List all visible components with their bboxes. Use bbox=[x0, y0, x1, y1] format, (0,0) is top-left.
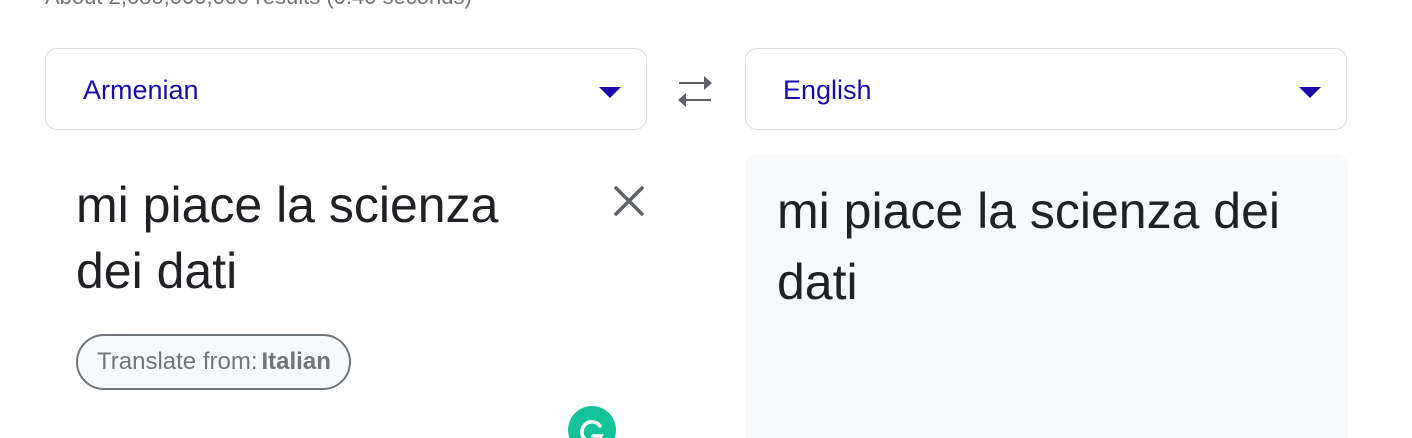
caret-down-icon bbox=[1299, 87, 1321, 98]
clear-text-button[interactable] bbox=[606, 178, 652, 224]
translation-output-panel: mi piace la scienza dei dati bbox=[745, 154, 1348, 438]
swap-arrows-icon bbox=[678, 76, 712, 107]
detected-language-chip[interactable]: Translate from: Italian bbox=[76, 334, 351, 390]
grammarly-icon[interactable] bbox=[568, 406, 616, 438]
detect-chip-prefix: Translate from: bbox=[97, 348, 258, 375]
source-text-input[interactable]: mi piace la scienza dei dati bbox=[76, 172, 546, 304]
translate-widget: About 2,080,000,000 results (0.40 second… bbox=[0, 0, 1412, 438]
close-icon bbox=[614, 186, 644, 216]
detect-chip-language: Italian bbox=[261, 348, 331, 375]
grammarly-g-glyph bbox=[580, 420, 604, 438]
target-language-label: English bbox=[783, 75, 872, 105]
translated-text: mi piace la scienza dei dati bbox=[777, 183, 1281, 310]
source-language-label: Armenian bbox=[83, 75, 199, 105]
results-stats: About 2,080,000,000 results (0.40 second… bbox=[45, 0, 472, 10]
source-language-select[interactable]: Armenian bbox=[45, 48, 647, 130]
swap-languages-button[interactable] bbox=[670, 70, 720, 112]
target-language-select[interactable]: English bbox=[745, 48, 1347, 130]
caret-down-icon bbox=[599, 87, 621, 98]
